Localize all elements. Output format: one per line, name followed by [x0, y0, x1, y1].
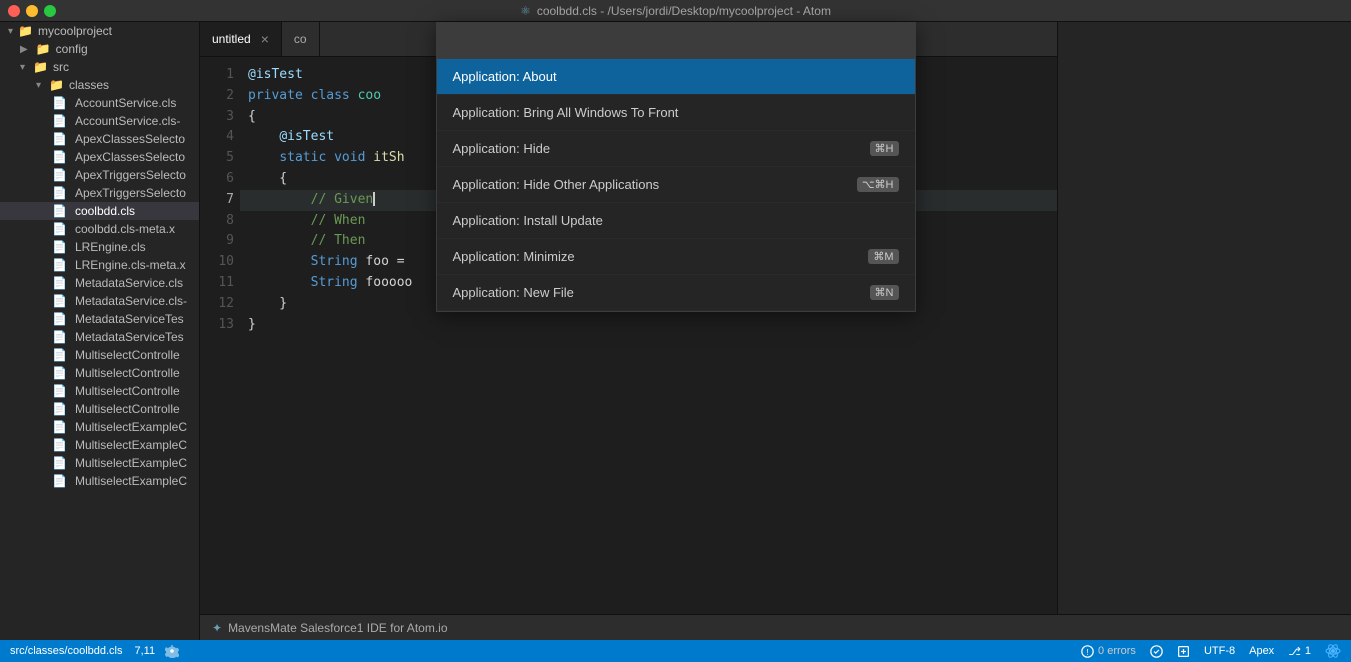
traffic-lights: [8, 5, 56, 17]
file-icon: 📄: [52, 114, 67, 128]
folder-icon: 📁: [49, 78, 64, 92]
list-item[interactable]: 📄MultiselectControlle: [0, 346, 199, 364]
file-icon: 📄: [52, 366, 67, 380]
file-path: src/classes/coolbdd.cls 7,11: [10, 645, 155, 657]
sidebar-item-classes[interactable]: ▾ 📁 classes: [0, 76, 199, 94]
file-icon: 📄: [52, 240, 67, 254]
list-item[interactable]: 📄MultiselectExampleC: [0, 454, 199, 472]
sidebar-item-src[interactable]: ▾ 📁 src: [0, 58, 199, 76]
list-item[interactable]: 📄MultiselectExampleC: [0, 436, 199, 454]
file-icon: 📄: [52, 402, 67, 416]
sync-icon[interactable]: [1177, 645, 1190, 658]
sidebar-tree: ▶ 📁 config ▾ 📁 src ▾ 📁 classes 📄AccountS…: [0, 40, 199, 490]
tab-coolbdd[interactable]: co: [282, 21, 320, 56]
file-icon: 📄: [52, 204, 67, 218]
command-palette: Application: About Application: Bring Al…: [436, 22, 916, 312]
statusbar: src/classes/coolbdd.cls 7,11 ! 0 errors: [0, 640, 1351, 662]
atom-logo: [1325, 643, 1341, 659]
file-icon: 📄: [52, 258, 67, 272]
encoding: UTF-8: [1204, 645, 1235, 657]
arrow-icon: ▾: [20, 62, 25, 73]
list-item[interactable]: 📄MetadataServiceTes: [0, 328, 199, 346]
list-item[interactable]: 📄MetadataService.cls-: [0, 292, 199, 310]
statusbar-left: src/classes/coolbdd.cls 7,11: [10, 644, 179, 658]
list-item[interactable]: 📄MultiselectControlle: [0, 382, 199, 400]
cmd-item-hide[interactable]: Application: Hide ⌘H: [437, 131, 915, 167]
file-icon: 📄: [52, 132, 67, 146]
errors-count[interactable]: ! 0 errors: [1081, 645, 1136, 658]
folder-icon: 📁: [36, 42, 51, 56]
tab-close-untitled[interactable]: ×: [261, 31, 269, 47]
list-item[interactable]: 📄MetadataServiceTes: [0, 310, 199, 328]
list-item[interactable]: 📄ApexClassesSelecto: [0, 130, 199, 148]
atom-icon: ⚛: [520, 4, 531, 18]
titlebar: ⚛ coolbdd.cls - /Users/jordi/Desktop/myc…: [0, 0, 1351, 22]
list-item[interactable]: 📄coolbdd.cls-meta.x: [0, 220, 199, 238]
list-item[interactable]: 📄MetadataService.cls: [0, 274, 199, 292]
folder-arrow: ▾: [8, 26, 13, 37]
list-item[interactable]: 📄AccountService.cls: [0, 94, 199, 112]
list-item[interactable]: 📄LREngine.cls: [0, 238, 199, 256]
file-icon: 📄: [52, 474, 67, 488]
tab-untitled[interactable]: untitled ×: [200, 21, 282, 56]
file-icon: 📄: [52, 222, 67, 236]
file-icon: 📄: [52, 276, 67, 290]
file-icon: 📄: [52, 168, 67, 182]
list-item[interactable]: 📄MultiselectControlle: [0, 364, 199, 382]
status-icon[interactable]: [1150, 645, 1163, 658]
minimize-button[interactable]: [26, 5, 38, 17]
list-item[interactable]: 📄AccountService.cls-: [0, 112, 199, 130]
cmd-item-hide-other[interactable]: Application: Hide Other Applications ⌥⌘H: [437, 167, 915, 203]
cmd-item-minimize[interactable]: Application: Minimize ⌘M: [437, 239, 915, 275]
mavens-bar: ✦ MavensMate Salesforce1 IDE for Atom.io: [200, 614, 1351, 640]
shortcut: ⌥⌘H: [857, 177, 899, 192]
cmd-item-new-file[interactable]: Application: New File ⌘N: [437, 275, 915, 311]
close-button[interactable]: [8, 5, 20, 17]
file-icon: 📄: [52, 186, 67, 200]
list-item[interactable]: 📄LREngine.cls-meta.x: [0, 256, 199, 274]
cmd-item-about[interactable]: Application: About: [437, 59, 915, 95]
mavens-icon: ✦: [212, 621, 222, 635]
maximize-button[interactable]: [44, 5, 56, 17]
file-icon: 📄: [52, 312, 67, 326]
file-icon: 📄: [52, 348, 67, 362]
folder-icon: 📁: [18, 24, 33, 38]
cmd-item-bring-all[interactable]: Application: Bring All Windows To Front: [437, 95, 915, 131]
sidebar-item-coolbdd[interactable]: 📄coolbdd.cls: [0, 202, 199, 220]
list-item[interactable]: 📄ApexClassesSelecto: [0, 148, 199, 166]
list-item[interactable]: 📄MultiselectExampleC: [0, 418, 199, 436]
language: Apex: [1249, 645, 1274, 657]
list-item[interactable]: 📄MultiselectExampleC: [0, 472, 199, 490]
git-branch: ⎇ 1: [1288, 645, 1311, 658]
sidebar-item-config[interactable]: ▶ 📁 config: [0, 40, 199, 58]
file-icon: 📄: [52, 420, 67, 434]
list-item[interactable]: 📄ApexTriggersSelecto: [0, 184, 199, 202]
window-title: ⚛ coolbdd.cls - /Users/jordi/Desktop/myc…: [520, 4, 831, 18]
project-root[interactable]: ▾ 📁 mycoolproject: [0, 22, 199, 40]
right-panel: [1057, 22, 1351, 662]
svg-text:!: !: [1086, 647, 1088, 656]
file-icon: 📄: [52, 438, 67, 452]
git-icon: ⎇: [1288, 645, 1301, 658]
file-icon: 📄: [52, 384, 67, 398]
sidebar: ▾ 📁 mycoolproject ▶ 📁 config ▾ 📁 src ▾ 📁…: [0, 22, 200, 662]
shortcut: ⌘H: [870, 141, 899, 156]
file-icon: 📄: [52, 150, 67, 164]
arrow-icon: ▶: [20, 44, 28, 55]
shortcut: ⌘N: [870, 285, 899, 300]
list-item[interactable]: 📄ApexTriggersSelecto: [0, 166, 199, 184]
line-numbers: 1 2 3 4 5 6 7 8 9 10 11 12 13: [200, 57, 240, 662]
file-icon: 📄: [52, 96, 67, 110]
statusbar-right: ! 0 errors UTF-8 Apex ⎇ 1: [1081, 643, 1341, 659]
file-icon: 📄: [52, 456, 67, 470]
shortcut: ⌘M: [868, 249, 898, 264]
cmd-item-install[interactable]: Application: Install Update: [437, 203, 915, 239]
arrow-icon: ▾: [36, 80, 41, 91]
file-icon: 📄: [52, 294, 67, 308]
file-icon: 📄: [52, 330, 67, 344]
command-search-input[interactable]: [437, 23, 915, 59]
folder-icon: 📁: [33, 60, 48, 74]
settings-icon[interactable]: [165, 644, 179, 658]
list-item[interactable]: 📄MultiselectControlle: [0, 400, 199, 418]
